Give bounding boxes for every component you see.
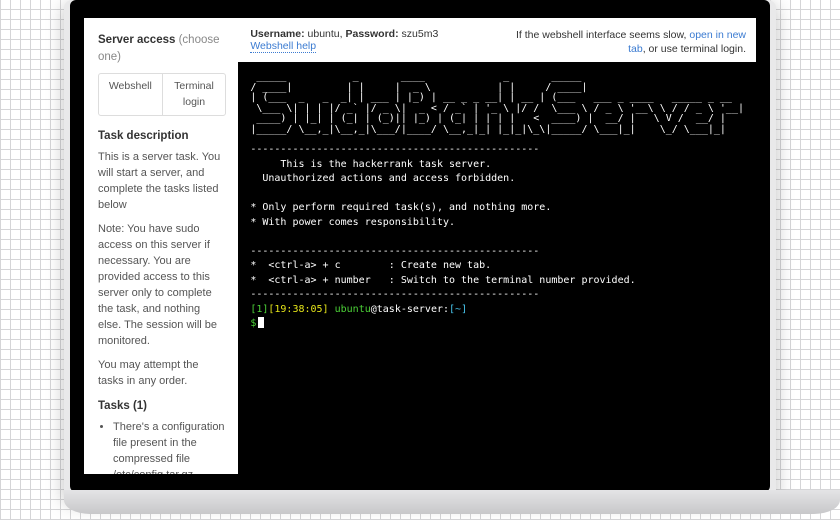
task-description-heading: Task description (98, 128, 226, 145)
dash-row-2: ----------------------------------------… (250, 246, 539, 257)
task-description-p2: Note: You have sudo access on this serve… (98, 222, 226, 350)
dash-row-1: ----------------------------------------… (250, 144, 539, 155)
dash-row-3: ----------------------------------------… (250, 289, 539, 300)
prompt-time: [19:38:05] (268, 304, 328, 315)
note-suffix: , or use terminal login. (643, 43, 746, 55)
tab-webshell[interactable]: Webshell (99, 74, 163, 114)
credentials-block: Username: ubuntu, Password: szu5m3 Websh… (250, 28, 438, 52)
ascii-banner: _____ _ ____ _ _____ / ____| | | | _ \ |… (250, 72, 744, 135)
username-label: Username: (250, 28, 304, 40)
note-prefix: If the webshell interface seems slow, (516, 29, 689, 41)
help-1: * <ctrl-a> + c : Create new tab. (250, 260, 491, 271)
cursor (258, 317, 264, 328)
rule-2: * With power comes responsibility. (250, 217, 455, 228)
prompt-user: ubuntu (335, 304, 371, 315)
main-panel: Username: ubuntu, Password: szu5m3 Websh… (238, 18, 756, 474)
motd-line-1: This is the hackerrank task server. (250, 159, 491, 170)
webshell-help-link[interactable]: Webshell help (250, 40, 316, 53)
username-value: ubuntu, (308, 28, 343, 40)
sidebar: Server access (choose one) Webshell Term… (84, 18, 238, 474)
login-tabs: Webshell Terminal login (98, 73, 226, 115)
prompt-at: @task-server: (371, 304, 449, 315)
task-item: There's a configuration file present in … (113, 420, 226, 474)
password-value: szu5m3 (402, 28, 439, 40)
rule-1: * Only perform required task(s), and not… (250, 202, 551, 213)
task-description-p1: This is a server task. You will start a … (98, 150, 226, 214)
help-2: * <ctrl-a> + number : Switch to the term… (250, 275, 635, 286)
app-screen: Server access (choose one) Webshell Term… (84, 18, 756, 474)
prompt-index: [1] (250, 304, 268, 315)
motd-line-2: Unauthorized actions and access forbidde… (250, 173, 515, 184)
tasks-list: There's a configuration file present in … (113, 420, 226, 474)
laptop-frame: Server access (choose one) Webshell Term… (64, 0, 776, 500)
password-label: Password: (345, 28, 398, 40)
laptop-base (64, 490, 840, 514)
credentials-line: Username: ubuntu, Password: szu5m3 (250, 28, 438, 40)
slow-note: If the webshell interface seems slow, op… (516, 28, 746, 56)
prompt-dollar: $ (250, 318, 256, 329)
tab-terminal-login[interactable]: Terminal login (163, 74, 226, 114)
screen-bezel: Server access (choose one) Webshell Term… (70, 0, 770, 492)
tasks-heading: Tasks (1) (98, 398, 226, 415)
terminal[interactable]: _____ _ ____ _ _____ / ____| | | | _ \ |… (238, 62, 756, 474)
prompt-path: [~] (449, 304, 467, 315)
server-access-title: Server access (98, 34, 175, 46)
task-description-p3: You may attempt the tasks in any order. (98, 358, 226, 390)
server-access-heading: Server access (choose one) (98, 32, 226, 65)
top-bar: Username: ubuntu, Password: szu5m3 Websh… (238, 18, 756, 62)
